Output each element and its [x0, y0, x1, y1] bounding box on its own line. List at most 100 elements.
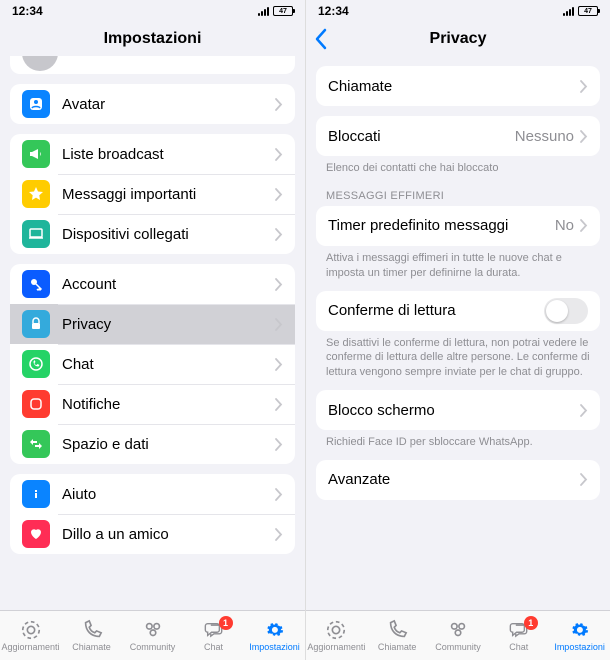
- chevron-right-icon: [580, 404, 588, 417]
- updates-icon: [19, 619, 43, 641]
- back-button[interactable]: [314, 28, 336, 50]
- chevron-right-icon: [275, 318, 283, 331]
- chevron-right-icon: [580, 473, 588, 486]
- tab-bar: Aggiornamenti Chiamate Community 1 Chat …: [0, 610, 305, 660]
- readreceipt-footer: Se disattivi le conferme di lettura, non…: [306, 331, 610, 381]
- chevron-right-icon: [275, 488, 283, 501]
- chevron-right-icon: [275, 398, 283, 411]
- notif-label: Notifiche: [62, 396, 275, 413]
- ephemeral-header: MESSAGGI EFFIMERI: [306, 176, 610, 206]
- star-icon: [22, 180, 50, 208]
- screenlock-label: Blocco schermo: [328, 402, 580, 419]
- avatar-label: Avatar: [62, 96, 275, 113]
- page-title: Impostazioni: [104, 30, 202, 48]
- screenlock-footer: Richiedi Face ID per sbloccare WhatsApp.: [306, 430, 610, 450]
- nav-bar: Impostazioni: [0, 22, 305, 56]
- tab-bar: Aggiornamenti Chiamate Community 1 Chat …: [306, 610, 610, 660]
- chevron-right-icon: [580, 130, 588, 143]
- settings-screen: 12:34 47 Impostazioni Avatar: [0, 0, 305, 660]
- account-row[interactable]: Account: [10, 264, 295, 304]
- chat-label: Chat: [62, 356, 275, 373]
- tab-settings[interactable]: Impostazioni: [551, 619, 609, 652]
- storage-label: Spazio e dati: [62, 436, 275, 453]
- tab-community[interactable]: Community: [124, 619, 182, 652]
- status-bar: 12:34 47: [0, 0, 305, 22]
- chat-row[interactable]: Chat: [10, 344, 295, 384]
- ephemeral-footer: Attiva i messaggi effimeri in tutte le n…: [306, 246, 610, 281]
- chevron-right-icon: [275, 358, 283, 371]
- key-icon: [22, 270, 50, 298]
- broadcast-row[interactable]: Liste broadcast: [10, 134, 295, 174]
- chevron-right-icon: [275, 528, 283, 541]
- chevron-right-icon: [580, 80, 588, 93]
- whatsapp-icon: [22, 350, 50, 378]
- chevron-right-icon: [275, 278, 283, 291]
- tab-calls[interactable]: Chiamate: [368, 619, 426, 652]
- chevron-right-icon: [275, 188, 283, 201]
- arrows-icon: [22, 430, 50, 458]
- community-icon: [446, 619, 470, 641]
- blocked-value: Nessuno: [515, 128, 574, 145]
- status-bar: 12:34 47: [306, 0, 610, 22]
- megaphone-icon: [22, 140, 50, 168]
- starred-row[interactable]: Messaggi importanti: [10, 174, 295, 214]
- tab-settings[interactable]: Impostazioni: [246, 619, 304, 652]
- read-receipts-row[interactable]: Conferme di lettura: [316, 291, 600, 331]
- bell-icon: [22, 390, 50, 418]
- signal-icon: [563, 7, 574, 16]
- chevron-right-icon: [275, 148, 283, 161]
- readreceipt-label: Conferme di lettura: [328, 302, 544, 319]
- chevron-right-icon: [580, 219, 588, 232]
- chevron-right-icon: [275, 228, 283, 241]
- linked-devices-row[interactable]: Dispositivi collegati: [10, 214, 295, 254]
- storage-row[interactable]: Spazio e dati: [10, 424, 295, 464]
- calls-label: Chiamate: [328, 78, 580, 95]
- tab-community[interactable]: Community: [429, 619, 487, 652]
- blocked-label: Bloccati: [328, 128, 515, 145]
- tab-calls[interactable]: Chiamate: [63, 619, 121, 652]
- phone-icon: [385, 619, 409, 641]
- tell-friend-row[interactable]: Dillo a un amico: [10, 514, 295, 554]
- privacy-label: Privacy: [62, 316, 275, 333]
- advanced-row[interactable]: Avanzate: [316, 460, 600, 500]
- starred-label: Messaggi importanti: [62, 186, 275, 203]
- linked-label: Dispositivi collegati: [62, 226, 275, 243]
- screen-lock-row[interactable]: Blocco schermo: [316, 390, 600, 430]
- tab-chat[interactable]: 1 Chat: [490, 619, 548, 652]
- advanced-label: Avanzate: [328, 471, 580, 488]
- info-icon: [22, 480, 50, 508]
- updates-icon: [324, 619, 348, 641]
- battery-icon: 47: [578, 6, 598, 16]
- tab-chat[interactable]: 1 Chat: [185, 619, 243, 652]
- read-receipts-toggle[interactable]: [544, 298, 588, 324]
- help-label: Aiuto: [62, 486, 275, 503]
- lock-icon: [22, 310, 50, 338]
- nav-bar: Privacy: [306, 22, 610, 56]
- chevron-right-icon: [275, 98, 283, 111]
- tab-updates[interactable]: Aggiornamenti: [2, 619, 60, 652]
- notifications-row[interactable]: Notifiche: [10, 384, 295, 424]
- calls-row[interactable]: Chiamate: [316, 66, 600, 106]
- profile-row[interactable]: [10, 56, 295, 74]
- chat-badge: 1: [524, 616, 538, 630]
- chat-badge: 1: [219, 616, 233, 630]
- community-icon: [141, 619, 165, 641]
- blocked-footer: Elenco dei contatti che hai bloccato: [306, 156, 610, 176]
- phone-icon: [80, 619, 104, 641]
- blocked-row[interactable]: Bloccati Nessuno: [316, 116, 600, 156]
- avatar-row[interactable]: Avatar: [10, 84, 295, 124]
- gear-icon: [568, 619, 592, 641]
- avatar-icon: [22, 90, 50, 118]
- signal-icon: [258, 7, 269, 16]
- chevron-left-icon: [314, 28, 328, 50]
- privacy-row[interactable]: Privacy: [10, 304, 295, 344]
- battery-icon: 47: [273, 6, 293, 16]
- tab-updates[interactable]: Aggiornamenti: [307, 619, 365, 652]
- help-row[interactable]: Aiuto: [10, 474, 295, 514]
- account-label: Account: [62, 276, 275, 293]
- tell-label: Dillo a un amico: [62, 526, 275, 543]
- default-timer-row[interactable]: Timer predefinito messaggi No: [316, 206, 600, 246]
- heart-icon: [22, 520, 50, 548]
- avatar: [22, 56, 58, 71]
- timer-value: No: [555, 217, 574, 234]
